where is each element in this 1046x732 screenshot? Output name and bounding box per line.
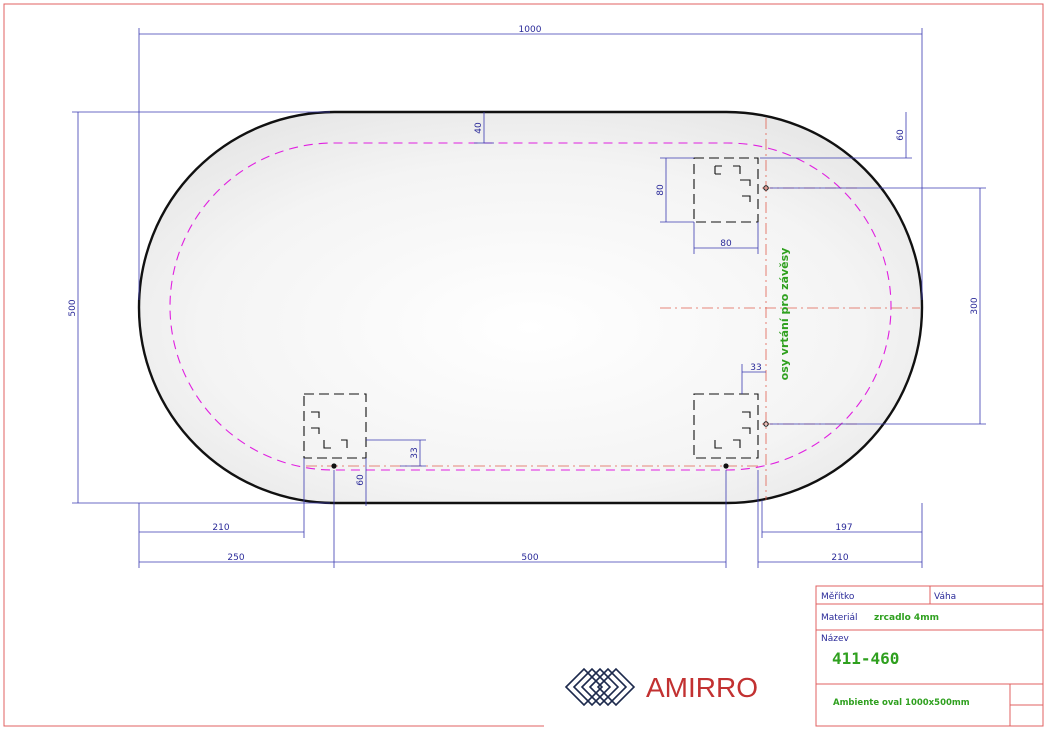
material-value: zrcadlo 4mm: [874, 613, 939, 623]
dim-plate-height: 80: [656, 184, 666, 196]
dim-hook-spacing-horizontal: 500: [521, 553, 538, 563]
weight-label: Váha: [934, 592, 956, 602]
dim-plate-offset: 33: [750, 363, 761, 373]
dim-hook-offset-bottom-60: 60: [356, 474, 366, 486]
dim-left-offset-250: 250: [227, 553, 244, 563]
dim-overall-height: 500: [68, 299, 78, 316]
amirro-logo-mark: [564, 667, 636, 707]
scale-label: Měřítko: [821, 592, 855, 602]
dim-overall-width: 1000: [519, 25, 542, 35]
mirror-outline: [137, 110, 924, 505]
dim-hook-spacing-vertical: 300: [970, 297, 980, 314]
material-label: Materiál: [821, 613, 858, 623]
axis-note: osy vrtání pro závěsy: [778, 248, 791, 381]
dim-plate-width: 80: [720, 239, 732, 249]
technical-drawing: 1000 500 40 60 80 80 300 33 33 60 210 25…: [3, 3, 1044, 727]
dim-left-offset-210: 210: [212, 523, 229, 533]
dim-edge-offset-top: 40: [474, 122, 484, 134]
hook-hole-left: [331, 463, 337, 469]
dim-right-offset-210: 210: [831, 553, 848, 563]
dim-hook-offset-top: 60: [896, 129, 906, 141]
dim-right-offset-197: 197: [835, 523, 852, 533]
hook-hole-right: [723, 463, 729, 469]
product-code: 411-460: [832, 649, 899, 668]
name-label: Název: [821, 634, 850, 644]
dim-hook-offset-bottom-33: 33: [410, 447, 420, 458]
logo-text: AMIRRO: [646, 672, 758, 703]
product-description: Ambiente oval 1000x500mm: [833, 698, 970, 708]
